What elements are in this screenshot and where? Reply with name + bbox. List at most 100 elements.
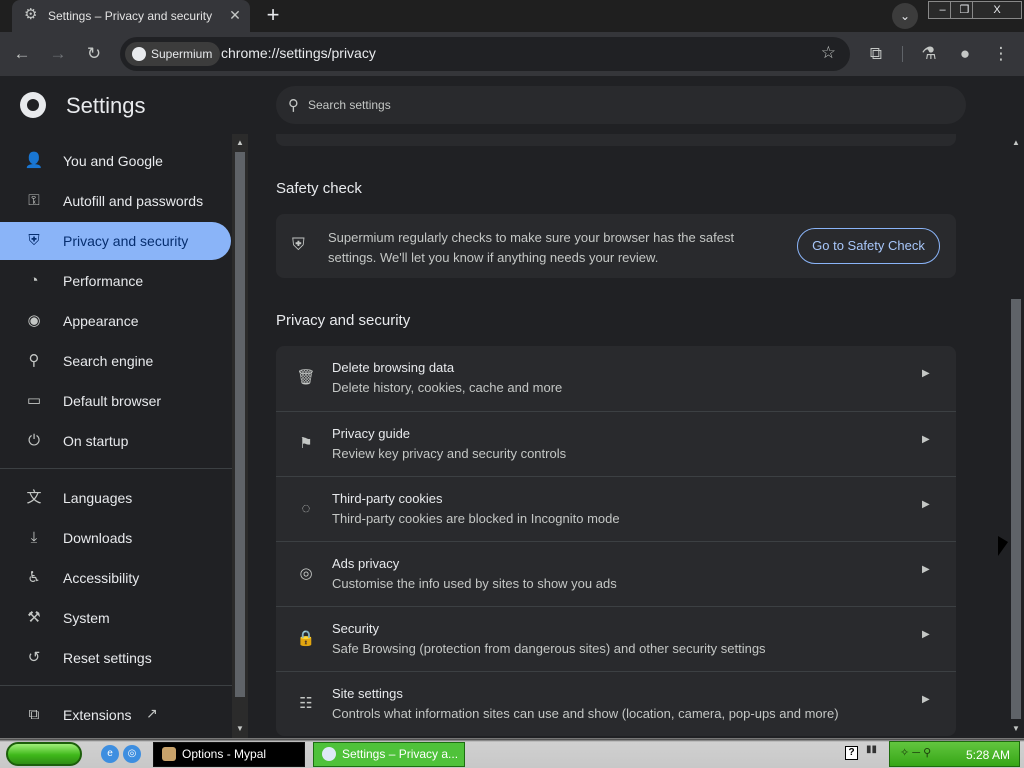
go-to-safety-check-button[interactable]: Go to Safety Check xyxy=(797,228,940,264)
address-bar[interactable]: Supermium chrome://settings/privacy ☆ xyxy=(120,37,850,71)
sidebar-item-label: Extensions xyxy=(63,707,132,723)
list-item-security[interactable]: 🔒 Security Safe Browsing (protection fro… xyxy=(276,606,956,671)
trash-icon: 🗑 xyxy=(296,369,316,386)
mouse-cursor xyxy=(998,536,1008,556)
row-title: Ads privacy xyxy=(332,556,400,571)
reset-icon: ↺ xyxy=(27,649,41,666)
scroll-up-icon[interactable]: ▲ xyxy=(1011,138,1021,147)
list-item-site-settings[interactable]: ☷ Site settings Controls what informatio… xyxy=(276,671,956,736)
sidebar-item-reset-settings[interactable]: ↺ Reset settings xyxy=(0,639,231,677)
new-tab-button[interactable]: + xyxy=(260,3,286,29)
sidebar-item-languages[interactable]: 文 Languages xyxy=(0,479,231,517)
row-subtitle: Safe Browsing (protection from dangerous… xyxy=(332,641,766,656)
close-window-button[interactable]: X xyxy=(972,1,1022,19)
browser-quicklaunch-icon[interactable]: ◎ xyxy=(123,745,141,763)
network-icon[interactable]: ▮▮ xyxy=(866,744,877,755)
chevron-right-icon: ▶ xyxy=(922,368,930,379)
tab-close-icon[interactable]: ✕ xyxy=(226,6,244,24)
tray-icons[interactable]: ✧ ─ ⚲ xyxy=(900,746,931,759)
help-icon[interactable]: ? xyxy=(845,746,858,760)
main-scroll-thumb[interactable] xyxy=(1011,299,1021,719)
safety-check-heading: Safety check xyxy=(276,180,362,197)
privacy-settings-list: 🗑 Delete browsing data Delete history, c… xyxy=(276,346,956,736)
person-icon: 👤 xyxy=(24,152,44,169)
browser-window-icon: ▭ xyxy=(26,392,42,409)
gear-icon: ⚙ xyxy=(24,6,38,23)
sidebar-item-extensions[interactable]: ⧉ Extensions ↗ xyxy=(0,696,231,734)
sidebar-item-label: System xyxy=(63,610,110,626)
url-text[interactable]: chrome://settings/privacy xyxy=(221,45,376,61)
accessibility-icon: ♿ xyxy=(27,569,41,586)
shield-check-icon: ⛨ xyxy=(292,235,305,254)
task-label: Options - Mypal xyxy=(182,747,267,761)
taskbar-item-settings[interactable]: Settings – Privacy a... xyxy=(313,742,465,767)
forward-arrow-icon[interactable]: → xyxy=(44,40,72,68)
site-info-chip[interactable]: Supermium xyxy=(125,42,221,66)
list-item-ads-privacy[interactable]: ◎ Ads privacy Customise the info used by… xyxy=(276,541,956,606)
translate-icon: 文 xyxy=(26,489,42,506)
clock[interactable]: 5:28 AM xyxy=(966,748,1010,762)
bookmark-star-icon[interactable]: ☆ xyxy=(821,43,836,63)
scroll-down-icon[interactable]: ▼ xyxy=(235,724,245,733)
sidebar-item-privacy[interactable]: ⛨ Privacy and security xyxy=(0,222,231,260)
sidebar-item-performance[interactable]: ◔ Performance xyxy=(0,262,231,300)
ads-privacy-icon: ◎ xyxy=(299,565,313,582)
sidebar-scrollbar[interactable]: ▲ ▼ xyxy=(232,134,248,738)
open-in-new-icon: ↗ xyxy=(146,705,158,721)
scroll-down-icon[interactable]: ▼ xyxy=(1011,724,1021,733)
sidebar-item-you-and-google[interactable]: 👤 You and Google xyxy=(0,142,231,180)
sidebar-item-label: Performance xyxy=(63,273,144,289)
sidebar-item-on-startup[interactable]: ⏻ On startup xyxy=(0,422,231,460)
sidebar-item-accessibility[interactable]: ♿ Accessibility xyxy=(0,559,231,597)
search-input[interactable] xyxy=(308,95,908,115)
sidebar-item-appearance[interactable]: ◉ Appearance xyxy=(0,302,231,340)
sidebar-item-search-engine[interactable]: ⚲ Search engine xyxy=(0,342,231,380)
back-arrow-icon[interactable]: ← xyxy=(8,40,36,68)
list-item-third-party-cookies[interactable]: ◌ Third-party cookies Third-party cookie… xyxy=(276,476,956,541)
sidebar-item-label: Languages xyxy=(63,490,133,506)
row-subtitle: Review key privacy and security controls xyxy=(332,446,567,461)
sidebar-scroll-thumb[interactable] xyxy=(235,152,245,697)
palette-icon: ◉ xyxy=(27,312,41,329)
supermium-app-icon xyxy=(322,747,336,761)
chevron-right-icon: ▶ xyxy=(922,629,930,640)
search-settings-box[interactable]: ⚲ xyxy=(276,86,966,124)
browser-logo-icon xyxy=(132,47,146,61)
reload-icon[interactable]: ↻ xyxy=(80,40,108,68)
sidebar-item-default-browser[interactable]: ▭ Default browser xyxy=(0,382,231,420)
taskbar-item-mypal[interactable]: Options - Mypal xyxy=(153,742,305,767)
chevron-right-icon: ▶ xyxy=(922,694,930,705)
sidebar-item-downloads[interactable]: ⤓ Downloads xyxy=(0,519,231,557)
flask-icon[interactable]: ⚗ xyxy=(915,40,943,68)
sidebar-item-system[interactable]: ⚒ System xyxy=(0,599,231,637)
start-button[interactable] xyxy=(6,742,82,766)
row-subtitle: Delete history, cookies, cache and more xyxy=(332,380,563,395)
row-title: Third-party cookies xyxy=(332,491,443,506)
tab-search-button[interactable]: ⌄ xyxy=(892,3,918,29)
sidebar-item-autofill[interactable]: ⚿ Autofill and passwords xyxy=(0,182,231,220)
extensions-puzzle-icon[interactable]: ⧉ xyxy=(862,40,890,68)
chevron-right-icon: ▶ xyxy=(922,564,930,575)
row-subtitle: Customise the info used by sites to show… xyxy=(332,576,617,591)
safety-check-description: Supermium regularly checks to make sure … xyxy=(328,230,735,265)
main-scrollbar[interactable]: ▲ ▼ xyxy=(1008,134,1024,738)
sidebar-divider xyxy=(0,468,232,469)
privacy-security-heading: Privacy and security xyxy=(276,312,411,329)
task-label: Settings – Privacy a... xyxy=(342,747,459,761)
settings-sidebar: 👤 You and Google ⚿ Autofill and password… xyxy=(0,134,232,738)
power-icon: ⏻ xyxy=(28,432,40,449)
row-title: Delete browsing data xyxy=(332,360,455,375)
tab-settings-privacy[interactable]: ⚙ Settings – Privacy and security ✕ xyxy=(12,0,250,32)
key-icon: ⚿ xyxy=(28,192,40,209)
menu-kebab-icon[interactable]: ⋮ xyxy=(987,40,1015,68)
internet-explorer-icon[interactable]: e xyxy=(101,745,119,763)
list-item-privacy-guide[interactable]: ⚑ Privacy guide Review key privacy and s… xyxy=(276,411,956,476)
list-item-delete-browsing-data[interactable]: 🗑 Delete browsing data Delete history, c… xyxy=(276,346,956,411)
sidebar-item-label: Downloads xyxy=(63,530,133,546)
sidebar-item-label: Default browser xyxy=(63,393,162,409)
chevron-right-icon: ▶ xyxy=(922,499,930,510)
site-chip-label: Supermium xyxy=(151,47,213,61)
row-title: Site settings xyxy=(332,686,403,701)
scroll-up-icon[interactable]: ▲ xyxy=(235,138,245,147)
profile-avatar-icon[interactable]: ● xyxy=(951,40,979,68)
